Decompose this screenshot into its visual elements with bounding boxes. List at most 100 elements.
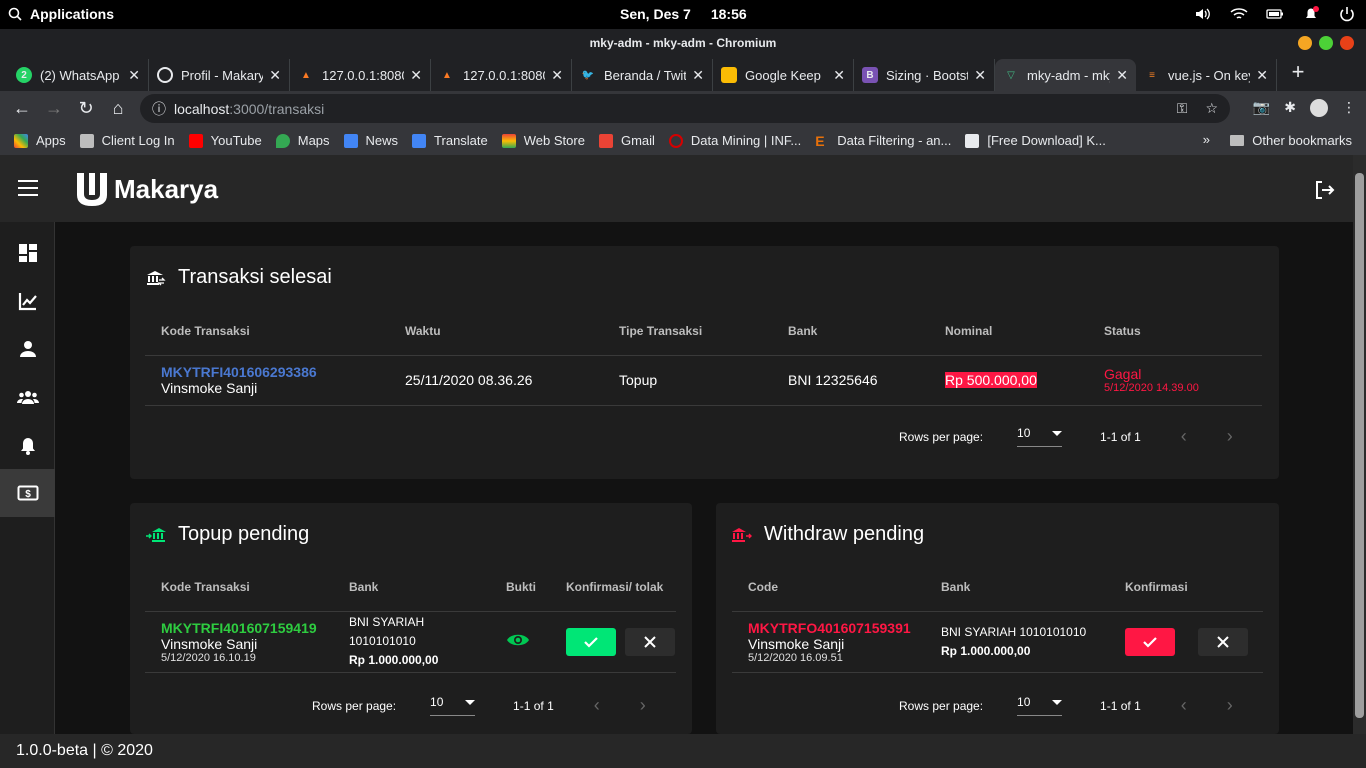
close-icon[interactable]: ✕: [410, 67, 422, 84]
bookmark-gmail[interactable]: Gmail: [598, 133, 655, 148]
close-icon[interactable]: ✕: [128, 67, 140, 84]
bookmark-client-login[interactable]: Client Log In: [79, 133, 175, 148]
confirm-button[interactable]: [1125, 627, 1175, 656]
notification-bell-icon[interactable]: [1302, 5, 1320, 23]
battery-icon[interactable]: [1266, 5, 1284, 23]
column-header[interactable]: Bank: [925, 563, 1109, 612]
page-scrollbar[interactable]: [1353, 155, 1366, 734]
column-header[interactable]: Kode Transaksi: [145, 563, 333, 612]
power-icon[interactable]: [1338, 5, 1356, 23]
rows-per-page-select[interactable]: 10: [1017, 695, 1063, 716]
tab-twitter[interactable]: 🐦 Beranda / Twitter ✕: [572, 59, 713, 91]
eye-icon[interactable]: [506, 632, 530, 648]
column-header[interactable]: Konfirmasi/ tolak: [550, 563, 676, 612]
bookmark-web-store[interactable]: Web Store: [501, 133, 585, 148]
rows-per-page-select[interactable]: 10: [430, 695, 476, 716]
bookmark-maps[interactable]: Maps: [275, 133, 330, 148]
nav-transaksi[interactable]: $: [0, 469, 55, 517]
minimize-button[interactable]: [1298, 36, 1312, 50]
table-row[interactable]: MKYTRFI401607159419 Vinsmoke Sanji 5/12/20…: [145, 611, 676, 673]
prev-page-chevron-icon[interactable]: ‹: [1181, 426, 1187, 447]
column-header[interactable]: Waktu: [389, 307, 603, 356]
volume-icon[interactable]: [1194, 5, 1212, 23]
close-icon[interactable]: ✕: [1256, 67, 1268, 84]
tab-localhost-1[interactable]: ▲ 127.0.0.1:8080 ✕: [290, 59, 431, 91]
tab-whatsapp[interactable]: 2 (2) WhatsApp ✕: [8, 59, 149, 91]
bookmark-free-download[interactable]: [Free Download] K...: [965, 133, 1106, 148]
close-icon[interactable]: ✕: [1116, 67, 1128, 84]
applications-menu[interactable]: Applications: [8, 6, 114, 22]
table-row[interactable]: MKYTRFI401606293386 Vinsmoke Sanji 25/11/…: [145, 355, 1262, 406]
column-header[interactable]: Kode Transaksi: [145, 307, 389, 356]
table-row[interactable]: MKYTRFO401607159391 Vinsmoke Sanji 5/12/20…: [732, 611, 1263, 673]
maximize-button[interactable]: [1319, 36, 1333, 50]
nav-analytics[interactable]: [0, 277, 55, 325]
home-icon[interactable]: ⌂: [102, 98, 134, 119]
site-info-icon[interactable]: ⓘ: [152, 99, 166, 119]
column-header[interactable]: Konfirmasi: [1109, 563, 1263, 612]
star-icon[interactable]: ☆: [1205, 100, 1218, 117]
column-header[interactable]: Tipe Transaksi: [603, 307, 772, 356]
address-bar[interactable]: ⓘ localhost:3000/transaksi ⚿ ☆: [140, 94, 1230, 123]
transaction-code[interactable]: MKYTRFI401607159419: [161, 620, 333, 636]
next-page-chevron-icon[interactable]: ›: [640, 695, 646, 716]
wifi-icon[interactable]: [1230, 5, 1248, 23]
more-bookmarks-icon[interactable]: »: [1203, 132, 1210, 147]
column-header[interactable]: Bank: [333, 563, 490, 612]
reject-button[interactable]: [1198, 627, 1248, 656]
tab-bootstrap[interactable]: B Sizing · Bootstrap ✕: [854, 59, 995, 91]
next-page-chevron-icon[interactable]: ›: [1227, 695, 1233, 716]
column-header[interactable]: Status: [1088, 307, 1262, 356]
bookmark-youtube[interactable]: YouTube: [188, 133, 262, 148]
rows-per-page-select[interactable]: 10: [1017, 426, 1063, 447]
clock[interactable]: Sen, Des 7 18:56: [620, 6, 747, 22]
tab-profil[interactable]: Profil - Makarya ✕: [149, 59, 290, 91]
menu-kebab-icon[interactable]: ⋮: [1342, 99, 1356, 117]
confirm-button[interactable]: [566, 627, 616, 656]
bookmark-news[interactable]: News: [343, 133, 398, 148]
pagination-range: 1-1 of 1: [1100, 698, 1141, 713]
column-header[interactable]: Nominal: [929, 307, 1088, 356]
menu-hamburger-icon[interactable]: [18, 180, 38, 201]
logout-icon[interactable]: [1313, 179, 1335, 201]
close-icon[interactable]: ✕: [692, 67, 704, 84]
bookmark-translate[interactable]: Translate: [412, 133, 488, 148]
nav-dashboard[interactable]: [0, 229, 55, 277]
close-window-button[interactable]: [1340, 36, 1354, 50]
transaction-code[interactable]: MKYTRFI401606293386: [161, 364, 389, 380]
nav-notifications[interactable]: [0, 421, 55, 469]
prev-page-chevron-icon[interactable]: ‹: [594, 695, 600, 716]
other-bookmarks[interactable]: Other bookmarks: [1230, 133, 1352, 148]
column-header[interactable]: Bank: [772, 307, 929, 356]
profile-avatar[interactable]: [1310, 99, 1328, 117]
new-tab-button[interactable]: +: [1283, 57, 1313, 89]
tab-localhost-2[interactable]: ▲ 127.0.0.1:8080 ✕: [431, 59, 572, 91]
back-arrow-icon[interactable]: ←: [6, 98, 38, 119]
reject-button[interactable]: [625, 627, 675, 656]
bookmark-data-filtering[interactable]: E Data Filtering - an...: [815, 133, 951, 148]
key-icon[interactable]: ⚿: [1177, 100, 1188, 117]
camera-icon[interactable]: 📷: [1253, 99, 1270, 117]
nav-group[interactable]: [0, 373, 55, 421]
close-icon[interactable]: ✕: [974, 67, 986, 84]
column-header[interactable]: Code: [732, 563, 925, 612]
transaction-code[interactable]: MKYTRFO401607159391: [748, 620, 925, 636]
bookmark-apps[interactable]: Apps: [14, 133, 66, 148]
bookmark-data-mining[interactable]: Data Mining | INF...: [668, 133, 801, 148]
close-icon[interactable]: ✕: [551, 67, 563, 84]
prev-page-chevron-icon[interactable]: ‹: [1181, 695, 1187, 716]
extensions-icon[interactable]: ✱: [1284, 99, 1296, 117]
tab-mky-adm[interactable]: ▽ mky-adm - mky-adm ✕: [995, 59, 1136, 91]
forward-arrow-icon[interactable]: →: [38, 98, 70, 119]
next-page-chevron-icon[interactable]: ›: [1227, 426, 1233, 447]
close-icon[interactable]: ✕: [269, 67, 281, 84]
tab-stackoverflow[interactable]: ≡ vue.js - On keyup ✕: [1136, 59, 1277, 91]
bank-cell: BNI 12325646: [772, 355, 929, 406]
bank-withdraw-icon: [732, 527, 752, 542]
nav-user[interactable]: [0, 325, 55, 373]
reload-icon[interactable]: ↻: [70, 98, 102, 119]
close-icon[interactable]: ✕: [833, 67, 845, 84]
tab-google-keep[interactable]: Google Keep ✕: [713, 59, 854, 91]
scrollbar-thumb[interactable]: [1355, 173, 1364, 718]
column-header[interactable]: Bukti: [490, 563, 550, 612]
